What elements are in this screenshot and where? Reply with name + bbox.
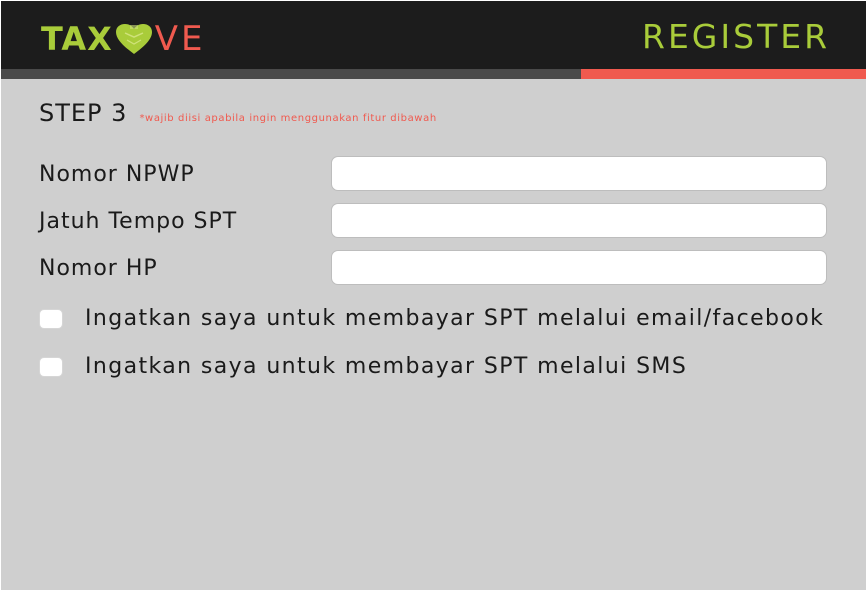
spt-due-label: Jatuh Tempo SPT <box>39 209 238 234</box>
logo-text-tax: TAX <box>41 20 113 58</box>
progress-bar <box>1 69 866 79</box>
reminder-sms-checkbox[interactable] <box>39 356 63 377</box>
spt-due-row: Jatuh Tempo SPT <box>39 203 829 240</box>
reminder-sms-label[interactable]: Ingatkan saya untuk membayar SPT melalui… <box>85 354 687 379</box>
npwp-label: Nomor NPWP <box>39 162 195 187</box>
reminder-email-checkbox[interactable] <box>39 308 63 329</box>
logo-text-ve: VE <box>154 19 206 59</box>
phone-label: Nomor HP <box>39 256 158 281</box>
npwp-row: Nomor NPWP <box>39 156 829 193</box>
page-title: REGISTER <box>642 17 830 56</box>
heart-icon <box>115 23 153 55</box>
taxlove-logo[interactable]: TAX VE <box>41 21 206 57</box>
npwp-input[interactable] <box>331 156 827 191</box>
phone-row: Nomor HP <box>39 250 829 287</box>
progress-bar-fill <box>580 69 866 79</box>
register-page: TAX VE REGISTER STEP 3 *wajib diisi apab… <box>1 1 866 590</box>
step-label: STEP 3 <box>39 99 128 127</box>
top-bar: TAX VE REGISTER <box>1 1 866 69</box>
step-required-note: *wajib diisi apabila ingin menggunakan f… <box>139 113 437 124</box>
reminder-email-row[interactable]: Ingatkan saya untuk membayar SPT melalui… <box>39 306 824 331</box>
reminder-email-label[interactable]: Ingatkan saya untuk membayar SPT melalui… <box>85 306 824 331</box>
reminder-sms-row[interactable]: Ingatkan saya untuk membayar SPT melalui… <box>39 354 687 379</box>
step-heading: STEP 3 *wajib diisi apabila ingin menggu… <box>39 99 437 127</box>
spt-due-input[interactable] <box>331 203 827 238</box>
phone-input[interactable] <box>331 250 827 285</box>
